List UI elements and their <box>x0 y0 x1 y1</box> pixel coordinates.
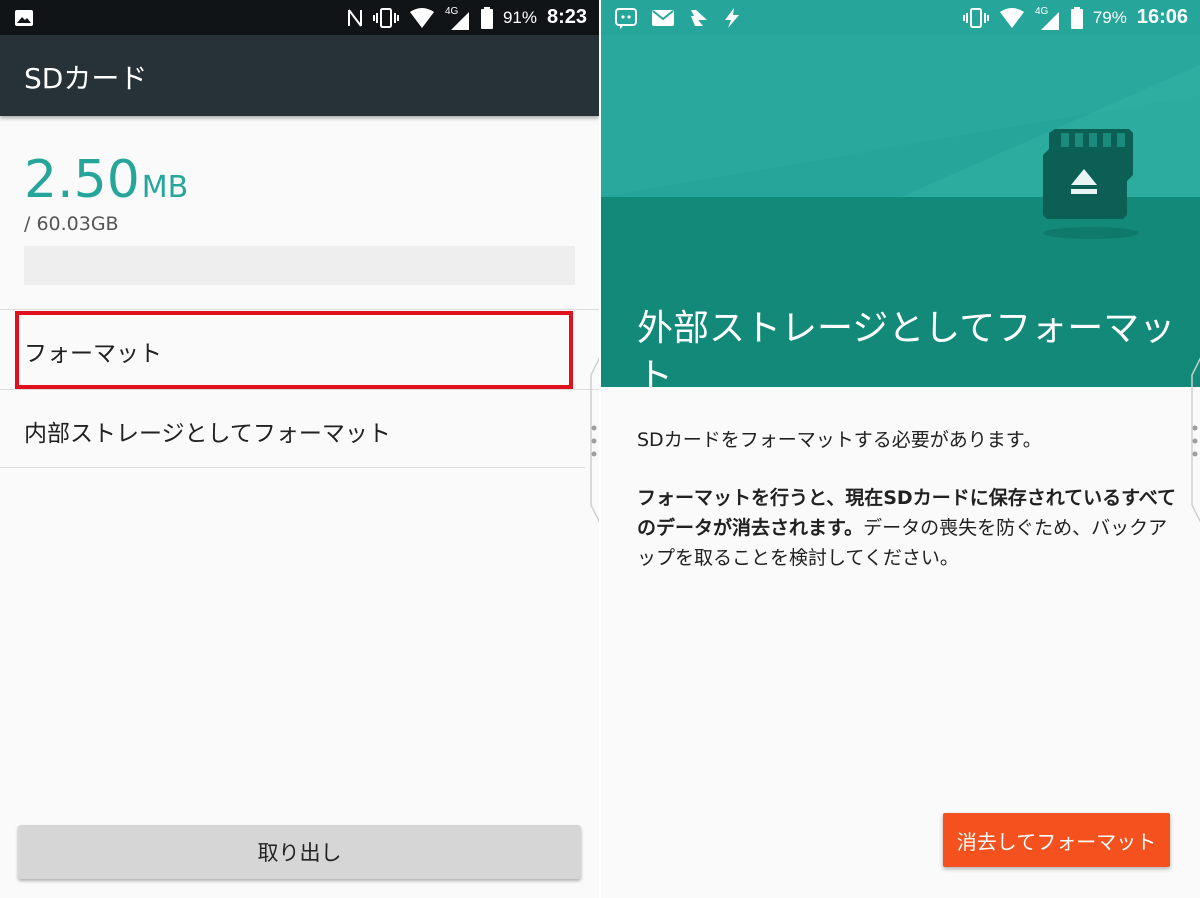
storage-used: 2.50MB <box>24 150 188 210</box>
storage-used-value: 2.50 <box>24 150 140 210</box>
app-bar: SDカード <box>0 35 599 116</box>
edge-handle-shape <box>590 357 599 523</box>
status-bar: 4G 91% 8:23 <box>0 0 599 35</box>
clock: 16:06 <box>1136 6 1188 28</box>
storage-usage-bar <box>24 246 575 285</box>
storage-used-unit: MB <box>141 170 189 205</box>
highlight-annotation <box>15 311 573 389</box>
status-bar: 4G 79% 16:06 <box>601 0 1200 35</box>
sd-card-eject-icon <box>1043 129 1139 239</box>
signal-icon: 4G <box>1035 6 1059 30</box>
wifi-icon <box>999 7 1024 28</box>
image-notification-icon <box>15 9 33 26</box>
messenger-icon <box>615 7 637 29</box>
edge-panel-handle[interactable] <box>587 355 599 525</box>
format-required-text: SDカードをフォーマットする必要があります。 <box>637 429 1042 451</box>
hero-header: 外部ストレージとしてフォーマット <box>601 35 1200 387</box>
svg-text:4G: 4G <box>1035 6 1049 17</box>
vibrate-icon <box>372 7 399 28</box>
feedly-icon <box>691 9 707 26</box>
battery-percent: 79% <box>1092 7 1127 27</box>
storage-total: / 60.03GB <box>24 213 119 235</box>
edge-handle-shape <box>1191 357 1200 523</box>
mail-icon <box>652 9 674 26</box>
erase-and-format-button[interactable]: 消去してフォーマット <box>943 813 1170 867</box>
signal-icon: 4G <box>445 6 469 30</box>
vibrate-icon <box>962 7 989 28</box>
battery-percent: 91% <box>502 7 537 27</box>
sd-card-settings-screen: 4G 91% 8:23 SDカード 2.50MB / 60.03GB フォーマッ… <box>0 0 599 898</box>
menu-item-format-internal[interactable]: 内部ストレージとしてフォーマット <box>0 390 585 468</box>
hero-title: 外部ストレージとしてフォーマット <box>637 308 1176 387</box>
battery-icon <box>480 6 493 29</box>
svg-text:4G: 4G <box>445 6 459 17</box>
format-external-storage-screen: 4G 79% 16:06 外部ストレージとしてフォーマット SDカードをフォーマ… <box>601 0 1200 898</box>
wifi-icon <box>409 7 434 28</box>
eject-button[interactable]: 取り出し <box>18 825 581 879</box>
menu-item-format-internal-label: 内部ストレージとしてフォーマット <box>24 421 391 447</box>
edge-panel-handle[interactable] <box>1188 355 1200 525</box>
clock: 8:23 <box>546 6 587 28</box>
divider <box>0 467 585 468</box>
page-title: SDカード <box>24 62 148 95</box>
format-warning-text: フォーマットを行うと、現在SDカードに保存されているすべてのデータが消去されます… <box>637 483 1177 573</box>
flash-icon <box>725 7 739 28</box>
battery-icon <box>1070 6 1083 29</box>
nfc-icon <box>347 8 362 27</box>
